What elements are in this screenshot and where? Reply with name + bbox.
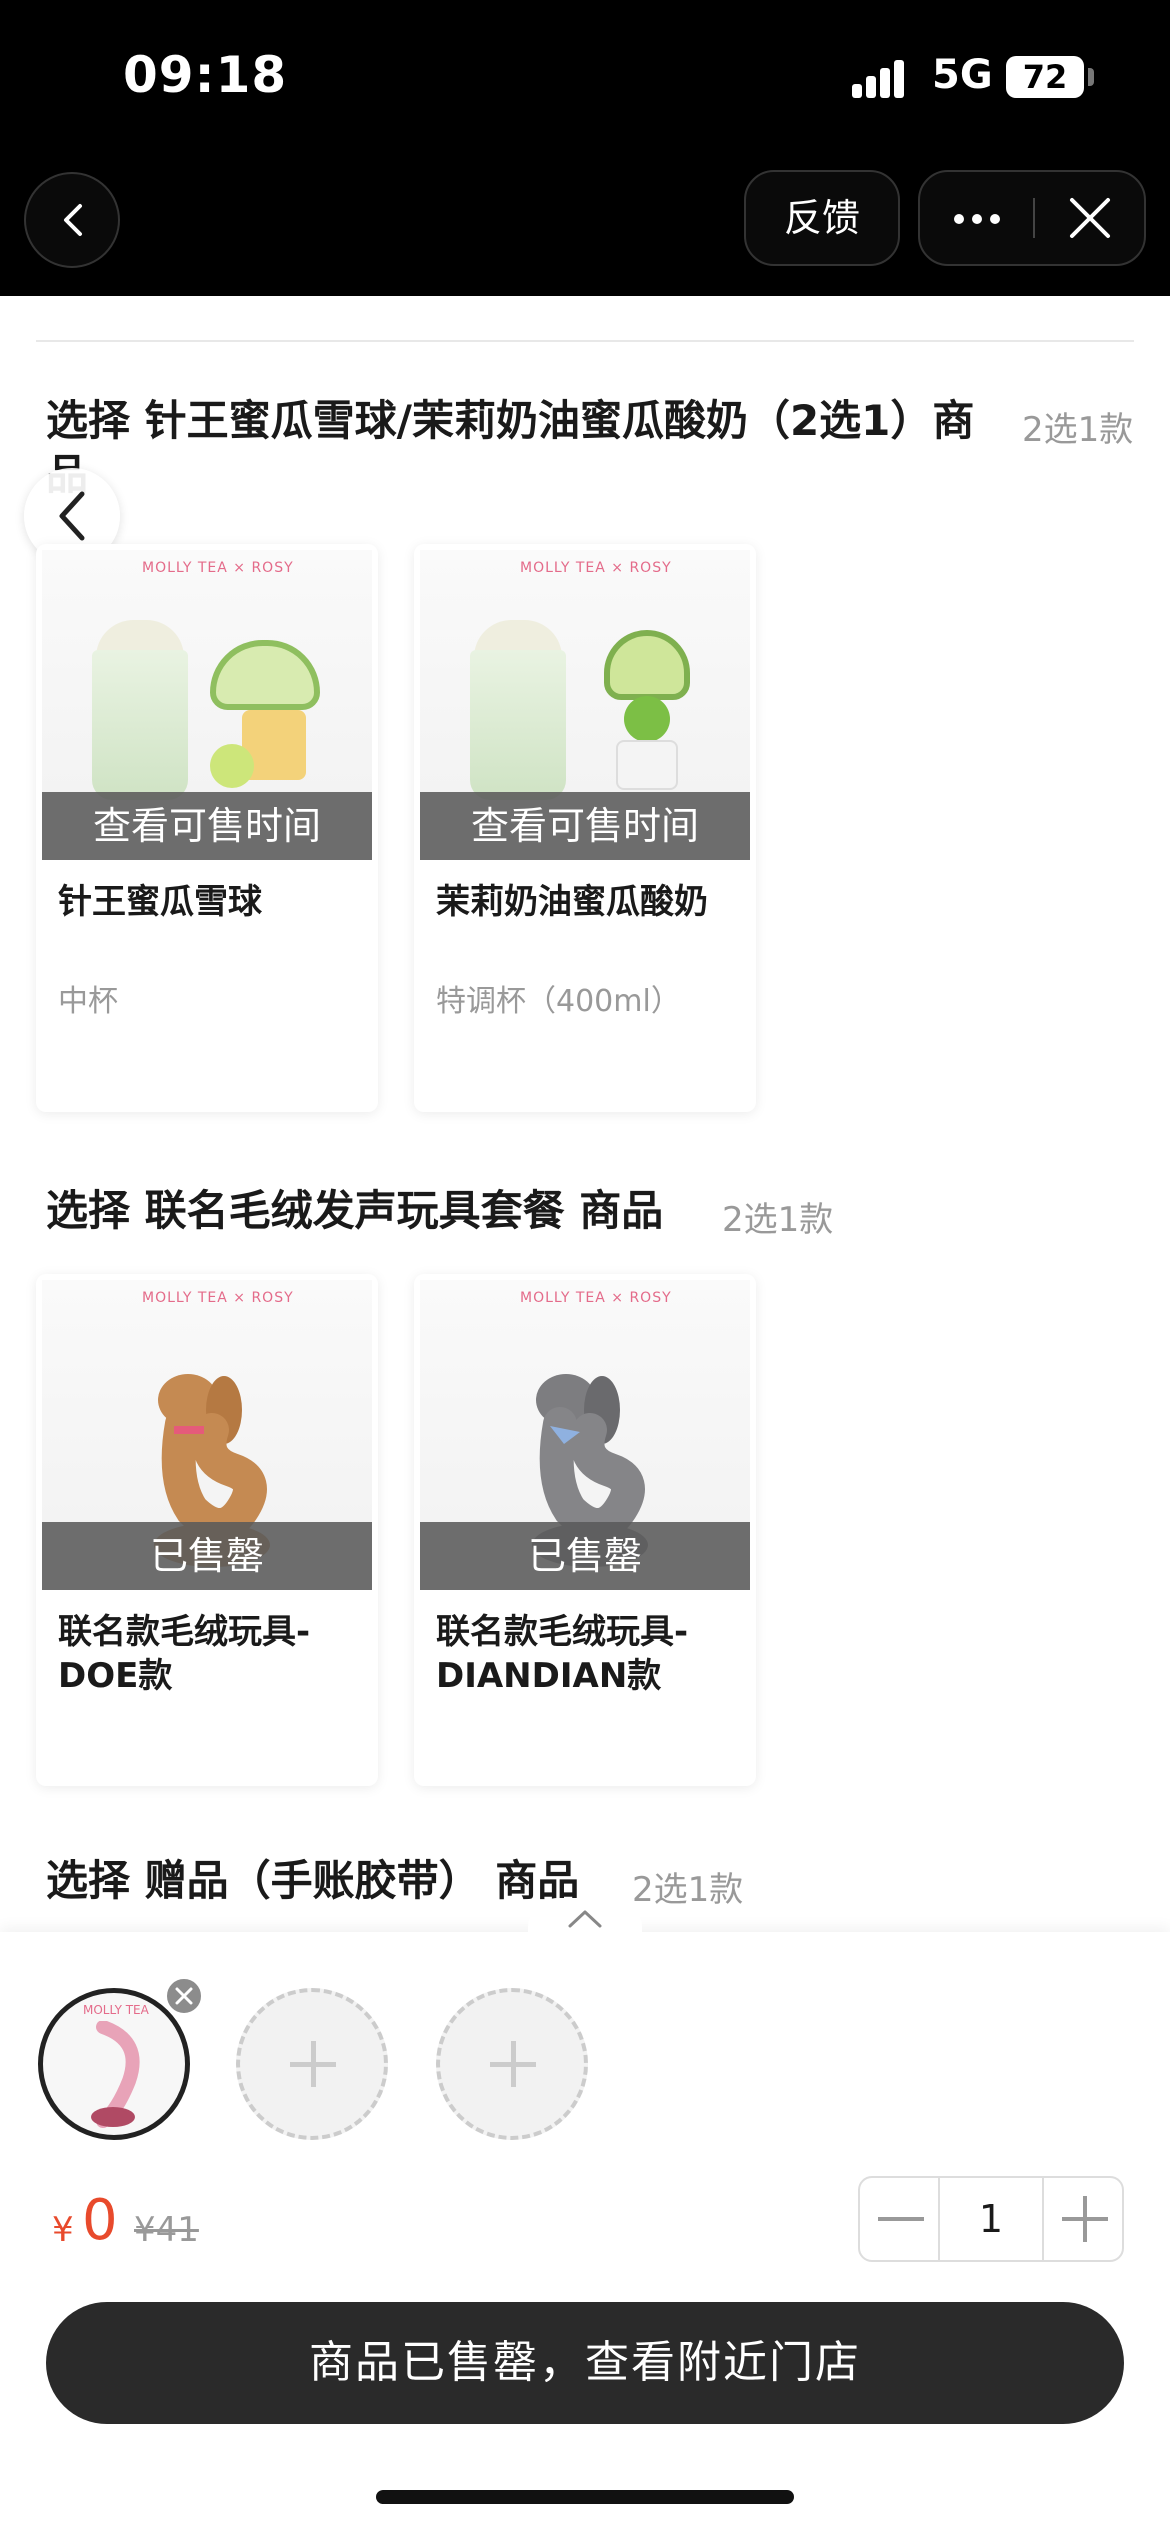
battery-level: 72 xyxy=(1006,56,1084,98)
tape-image xyxy=(91,2021,140,2128)
brand-logo: MOLLY TEA × ROSY xyxy=(142,1290,294,1306)
product-card-jasmine-melon-yogurt[interactable]: MOLLY TEA × ROSY 查看可售时间 茉莉奶油蜜瓜酸奶 特调杯（400… xyxy=(414,544,756,1112)
section-title-drinks: 选择 针王蜜瓜雪球/茉莉奶油蜜瓜酸奶（2选1）商品 xyxy=(46,396,975,499)
brand-logo: MOLLY TEA × ROSY xyxy=(520,560,672,576)
decrease-button[interactable] xyxy=(860,2178,940,2260)
product-name: 针王蜜瓜雪球 xyxy=(58,882,262,922)
selected-item-slot[interactable]: MOLLY TEA xyxy=(38,1988,190,2140)
remove-selected-button[interactable] xyxy=(164,1976,204,2016)
selected-item-brand: MOLLY TEA xyxy=(83,2003,149,2017)
product-spec: 中杯 xyxy=(58,984,118,1019)
section-title-gift: 选择 赠品（手账胶带） 商品 xyxy=(46,1856,580,1905)
brand-logo: MOLLY TEA × ROSY xyxy=(142,560,294,576)
lime xyxy=(210,744,254,788)
cup xyxy=(92,650,188,800)
feedback-button[interactable]: 反馈 xyxy=(744,170,900,266)
divider xyxy=(36,340,1134,342)
price-value: 0 xyxy=(82,2188,118,2253)
jar xyxy=(616,740,678,790)
capsule-divider xyxy=(1033,198,1035,238)
home-indicator xyxy=(376,2490,794,2504)
product-name: 联名款毛绒玩具-DIANDIAN款 xyxy=(436,1612,689,1696)
close-button[interactable] xyxy=(1036,172,1146,264)
empty-slot-3[interactable] xyxy=(436,1988,588,2140)
increase-button[interactable] xyxy=(1042,2178,1124,2260)
close-icon xyxy=(1070,198,1110,238)
soldout-overlay: 已售罄 xyxy=(42,1522,372,1590)
network-type: 5G xyxy=(932,52,993,98)
brand-logo: MOLLY TEA × ROSY xyxy=(520,1290,672,1306)
quantity-value[interactable]: 1 xyxy=(940,2178,1042,2260)
empty-slot-2[interactable] xyxy=(236,1988,388,2140)
battery-tip xyxy=(1088,68,1094,86)
back-icon xyxy=(59,491,85,541)
lime xyxy=(624,696,670,742)
chevron-up-icon xyxy=(568,1910,602,1928)
remove-icon xyxy=(175,1987,193,2005)
nav-back-button[interactable] xyxy=(24,172,120,268)
product-card-doe-plush[interactable]: MOLLY TEA × ROSY 已售罄 联名款毛绒玩具-DOE款 xyxy=(36,1274,378,1786)
more-button[interactable] xyxy=(920,172,1034,264)
expand-sheet-button[interactable] xyxy=(528,1898,642,1938)
quantity-stepper: 1 xyxy=(858,2176,1124,2262)
product-card-diandian-plush[interactable]: MOLLY TEA × ROSY 已售罄 联名款毛绒玩具-DIANDIAN款 xyxy=(414,1274,756,1786)
product-spec: 特调杯（400ml） xyxy=(436,984,681,1019)
product-name: 茉莉奶油蜜瓜酸奶 xyxy=(436,882,708,922)
status-time: 09:18 xyxy=(123,46,288,104)
availability-overlay[interactable]: 查看可售时间 xyxy=(420,792,750,860)
section-hint-gift: 2选1款 xyxy=(632,1870,744,1910)
product-card-melon-snowball[interactable]: MOLLY TEA × ROSY 查看可售时间 针王蜜瓜雪球 中杯 xyxy=(36,544,378,1112)
price-currency: ¥ xyxy=(52,2210,74,2250)
availability-overlay[interactable]: 查看可售时间 xyxy=(42,792,372,860)
mini-program-capsule xyxy=(918,170,1146,266)
back-icon xyxy=(64,204,82,236)
cup xyxy=(470,650,566,800)
melon-slice xyxy=(210,640,320,710)
section-hint-plush: 2选1款 xyxy=(722,1200,834,1240)
signal-icon xyxy=(852,58,916,98)
view-nearby-stores-button[interactable]: 商品已售罄，查看附近门店 xyxy=(46,2302,1124,2424)
top-bar: 09:18 5G 72 反馈 xyxy=(0,0,1170,296)
melon-slice xyxy=(604,630,690,700)
section-title-plush: 选择 联名毛绒发声玩具套餐 商品 xyxy=(46,1186,664,1235)
section-hint-drinks: 2选1款 xyxy=(1022,410,1134,450)
product-name: 联名款毛绒玩具-DOE款 xyxy=(58,1612,311,1696)
soldout-overlay: 已售罄 xyxy=(420,1522,750,1590)
original-price: ¥41 xyxy=(134,2210,199,2250)
